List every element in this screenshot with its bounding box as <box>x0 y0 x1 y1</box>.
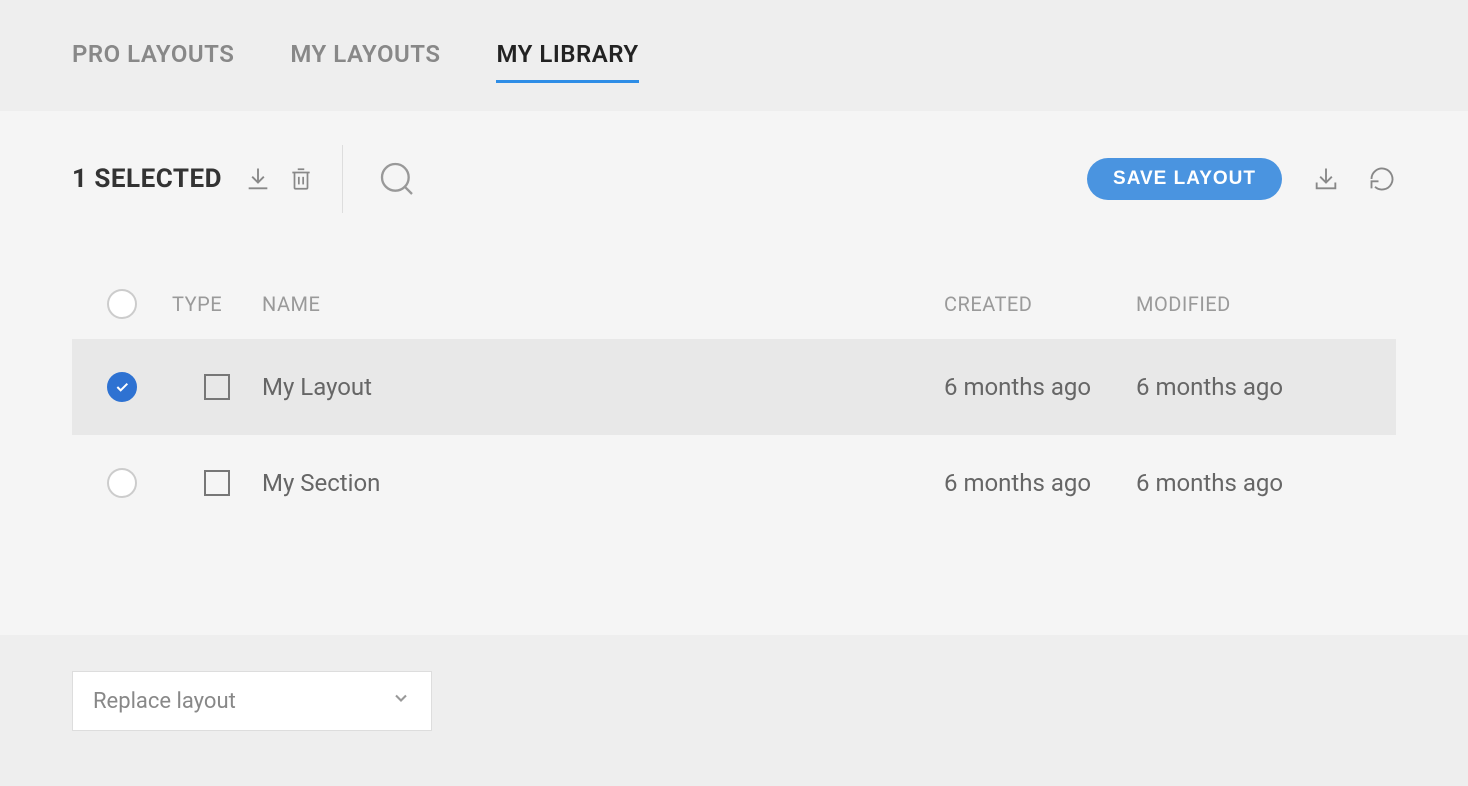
select-value: Replace layout <box>93 689 236 714</box>
row-created: 6 months ago <box>944 373 1136 401</box>
chevron-down-icon <box>391 688 411 714</box>
row-name: My Layout <box>262 373 944 401</box>
trash-icon[interactable] <box>288 164 314 194</box>
row-name: My Section <box>262 469 944 497</box>
download-icon[interactable] <box>244 165 272 193</box>
layouts-table: TYPE NAME CREATED MODIFIED My Layout 6 m… <box>0 269 1468 531</box>
table-header: TYPE NAME CREATED MODIFIED <box>72 269 1396 339</box>
layout-type-icon <box>204 374 230 400</box>
tab-my-layouts[interactable]: MY LAYOUTS <box>290 40 440 83</box>
refresh-icon[interactable] <box>1368 165 1396 193</box>
toolbar-divider <box>342 145 343 213</box>
table-row[interactable]: My Layout 6 months ago 6 months ago <box>72 339 1396 435</box>
layout-type-icon <box>204 470 230 496</box>
col-modified: MODIFIED <box>1136 292 1396 316</box>
col-name: NAME <box>262 292 944 316</box>
col-created: CREATED <box>944 292 1136 316</box>
save-layout-button[interactable]: SAVE LAYOUT <box>1087 158 1282 200</box>
row-checkbox[interactable] <box>107 372 137 402</box>
search-icon[interactable] <box>377 159 417 199</box>
footer: Replace layout <box>0 635 1468 767</box>
tab-pro-layouts[interactable]: PRO LAYOUTS <box>72 40 234 83</box>
row-modified: 6 months ago <box>1136 373 1396 401</box>
row-created: 6 months ago <box>944 469 1136 497</box>
table-row[interactable]: My Section 6 months ago 6 months ago <box>72 435 1396 531</box>
import-icon[interactable] <box>1312 165 1340 193</box>
content-area: 1 SELECTED SAVE LAYOUT <box>0 111 1468 635</box>
row-checkbox[interactable] <box>107 468 137 498</box>
row-modified: 6 months ago <box>1136 469 1396 497</box>
selected-count-label: 1 SELECTED <box>72 164 222 194</box>
col-type: TYPE <box>172 292 262 316</box>
select-all-checkbox[interactable] <box>107 289 137 319</box>
tabs-bar: PRO LAYOUTS MY LAYOUTS MY LIBRARY <box>0 0 1468 111</box>
tab-my-library[interactable]: MY LIBRARY <box>496 40 638 83</box>
action-select[interactable]: Replace layout <box>72 671 432 731</box>
toolbar: 1 SELECTED SAVE LAYOUT <box>0 149 1468 209</box>
